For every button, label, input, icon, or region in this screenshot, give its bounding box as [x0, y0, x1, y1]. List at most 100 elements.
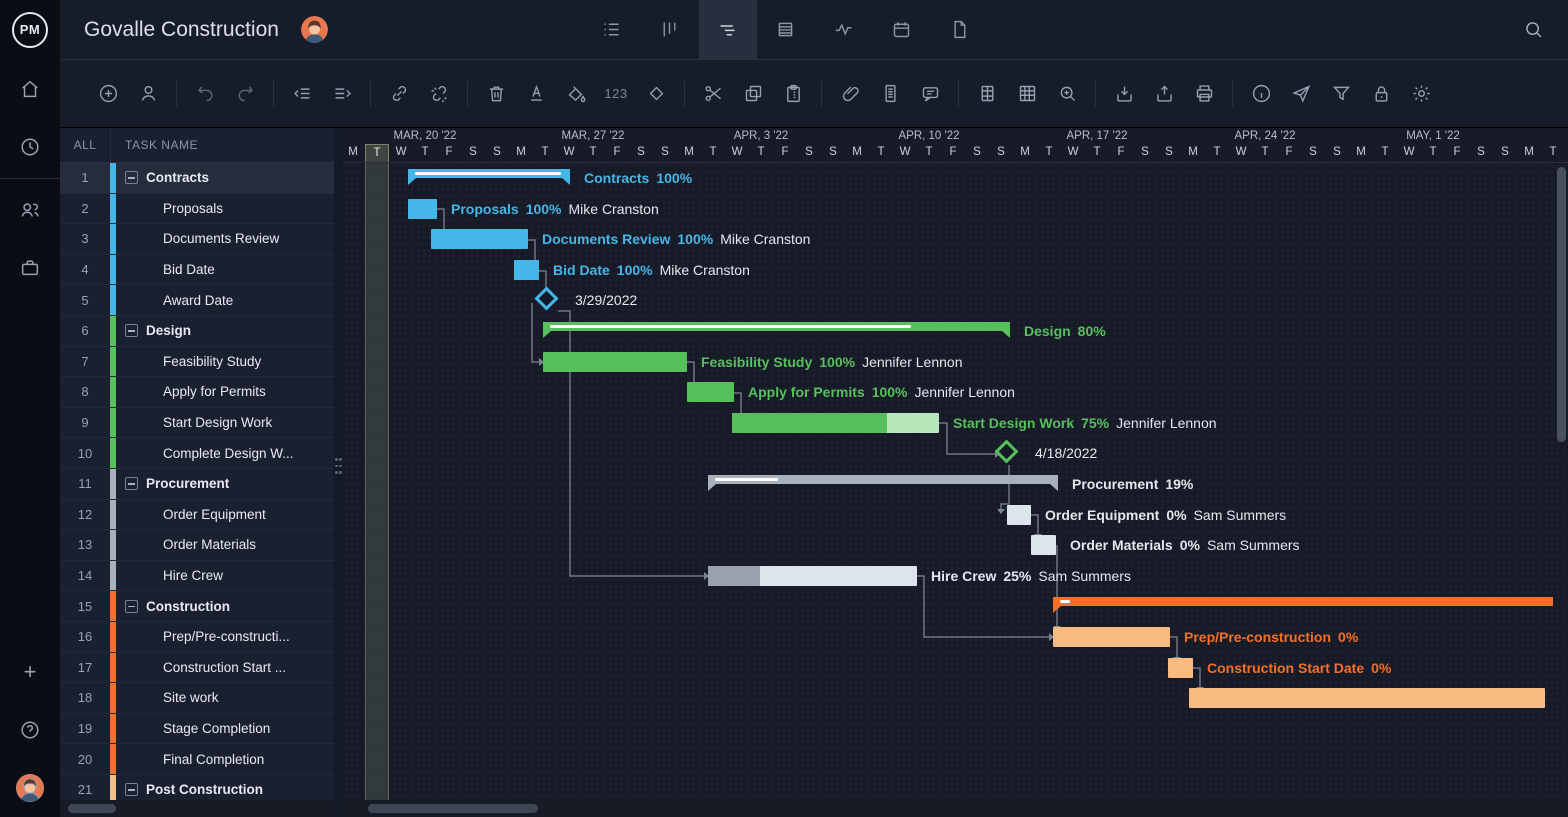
- info-button[interactable]: [1248, 81, 1274, 107]
- task-row[interactable]: 2Proposals: [60, 194, 334, 225]
- task-name-cell[interactable]: Award Date: [116, 285, 334, 315]
- task-bar[interactable]: [708, 566, 917, 586]
- delete-button[interactable]: [483, 81, 509, 107]
- task-name-cell[interactable]: Construction: [116, 591, 334, 621]
- filter-button[interactable]: [1328, 81, 1354, 107]
- task-row[interactable]: 6Design: [60, 316, 334, 347]
- export-button[interactable]: [1151, 81, 1177, 107]
- task-bar[interactable]: [514, 260, 539, 280]
- attachment-button[interactable]: [837, 81, 863, 107]
- task-name-cell[interactable]: Apply for Permits: [116, 377, 334, 407]
- sidebar-item-home[interactable]: [0, 60, 60, 118]
- collapse-toggle-icon[interactable]: [125, 477, 138, 490]
- tab-calendar-view[interactable]: [873, 0, 931, 60]
- task-row[interactable]: 11Procurement: [60, 469, 334, 500]
- collapse-toggle-icon[interactable]: [125, 783, 138, 796]
- task-row[interactable]: 17Construction Start ...: [60, 653, 334, 684]
- indent-button[interactable]: [329, 81, 355, 107]
- task-bar[interactable]: [1053, 627, 1170, 647]
- chart-hscrollbar[interactable]: [343, 800, 1568, 817]
- task-row[interactable]: 5Award Date: [60, 285, 334, 316]
- task-bar[interactable]: [1007, 505, 1031, 525]
- task-name-cell[interactable]: Final Completion: [116, 744, 334, 774]
- zoom-button[interactable]: [1054, 81, 1080, 107]
- summary-bar[interactable]: [708, 475, 1058, 484]
- task-name-cell[interactable]: Feasibility Study: [116, 347, 334, 377]
- chart-vscrollbar[interactable]: [1557, 165, 1567, 765]
- task-name-cell[interactable]: Start Design Work: [116, 408, 334, 438]
- summary-bar[interactable]: [543, 322, 1010, 331]
- task-row[interactable]: 3Documents Review: [60, 224, 334, 255]
- task-bar[interactable]: [408, 199, 437, 219]
- task-row[interactable]: 18Site work: [60, 683, 334, 714]
- task-row[interactable]: 8Apply for Permits: [60, 377, 334, 408]
- task-row[interactable]: 4Bid Date: [60, 255, 334, 286]
- task-name-cell[interactable]: Post Construction: [116, 775, 334, 800]
- task-row[interactable]: 14Hire Crew: [60, 561, 334, 592]
- task-name-cell[interactable]: Documents Review: [116, 224, 334, 254]
- task-bar[interactable]: [431, 229, 528, 249]
- lock-button[interactable]: [1368, 81, 1394, 107]
- task-name-cell[interactable]: Hire Crew: [116, 561, 334, 591]
- outdent-button[interactable]: [289, 81, 315, 107]
- task-name-cell[interactable]: Design: [116, 316, 334, 346]
- task-row[interactable]: 1Contracts: [60, 163, 334, 194]
- link-tasks-button[interactable]: [386, 81, 412, 107]
- task-row[interactable]: 20Final Completion: [60, 744, 334, 775]
- settings-button[interactable]: [1408, 81, 1434, 107]
- undo-button[interactable]: [192, 81, 218, 107]
- column-header-all[interactable]: ALL: [60, 128, 110, 162]
- sidebar-item-recent[interactable]: [0, 118, 60, 176]
- task-list-hscrollbar[interactable]: [60, 800, 334, 817]
- task-name-cell[interactable]: Bid Date: [116, 255, 334, 285]
- fill-color-button[interactable]: [563, 81, 589, 107]
- task-name-cell[interactable]: Stage Completion: [116, 714, 334, 744]
- scrollbar-thumb[interactable]: [68, 804, 116, 813]
- milestone-button[interactable]: [643, 81, 669, 107]
- task-name-cell[interactable]: Order Equipment: [116, 500, 334, 530]
- sidebar-help-button[interactable]: [0, 701, 60, 759]
- task-name-cell[interactable]: Contracts: [116, 163, 334, 193]
- numbers-button[interactable]: 123: [603, 81, 629, 107]
- tab-docs-view[interactable]: [931, 0, 989, 60]
- task-row[interactable]: 21Post Construction: [60, 775, 334, 800]
- tab-activity-view[interactable]: [815, 0, 873, 60]
- collapse-toggle-icon[interactable]: [125, 171, 138, 184]
- summary-bar[interactable]: [408, 169, 570, 178]
- task-row[interactable]: 12Order Equipment: [60, 500, 334, 531]
- project-owner-avatar[interactable]: [301, 16, 328, 43]
- summary-bar[interactable]: [1053, 597, 1553, 606]
- task-row[interactable]: 7Feasibility Study: [60, 347, 334, 378]
- task-row[interactable]: 19Stage Completion: [60, 714, 334, 745]
- app-logo[interactable]: PM: [0, 0, 60, 60]
- column-header-task-name[interactable]: TASK NAME: [110, 128, 334, 162]
- share-button[interactable]: [1288, 81, 1314, 107]
- add-task-button[interactable]: [95, 81, 121, 107]
- tab-board-view[interactable]: [641, 0, 699, 60]
- search-button[interactable]: [1518, 15, 1548, 45]
- task-row[interactable]: 15Construction: [60, 591, 334, 622]
- task-bar[interactable]: [1189, 688, 1545, 708]
- paste-button[interactable]: [780, 81, 806, 107]
- comment-button[interactable]: [917, 81, 943, 107]
- sidebar-user-avatar[interactable]: [0, 759, 60, 817]
- import-button[interactable]: [1111, 81, 1137, 107]
- milestone-diamond[interactable]: [534, 287, 558, 311]
- task-row[interactable]: 10Complete Design W...: [60, 438, 334, 469]
- task-bar[interactable]: [732, 413, 939, 433]
- task-bar[interactable]: [1031, 535, 1056, 555]
- tab-list-view[interactable]: [583, 0, 641, 60]
- sidebar-add-button[interactable]: +: [0, 643, 60, 701]
- task-bar[interactable]: [1168, 658, 1193, 678]
- panel-resize-divider[interactable]: [334, 128, 343, 817]
- table-button[interactable]: [1014, 81, 1040, 107]
- columns-button[interactable]: [974, 81, 1000, 107]
- print-button[interactable]: [1191, 81, 1217, 107]
- task-name-cell[interactable]: Prep/Pre-constructi...: [116, 622, 334, 652]
- scrollbar-thumb[interactable]: [368, 804, 538, 813]
- task-name-cell[interactable]: Site work: [116, 683, 334, 713]
- tab-sheet-view[interactable]: [757, 0, 815, 60]
- task-bar[interactable]: [543, 352, 687, 372]
- task-row[interactable]: 13Order Materials: [60, 530, 334, 561]
- task-bar[interactable]: [687, 382, 734, 402]
